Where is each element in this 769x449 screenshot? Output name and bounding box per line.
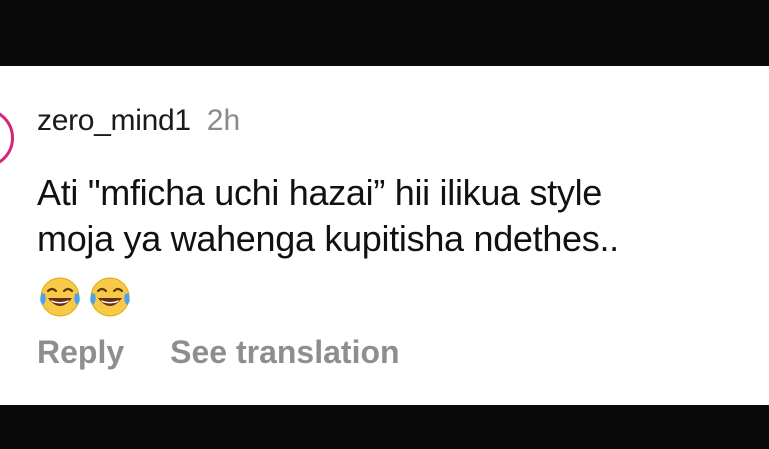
face-with-tears-of-joy-icon [40, 277, 80, 317]
avatar[interactable] [0, 108, 14, 168]
reply-button[interactable]: Reply [37, 334, 124, 371]
comment-actions: Reply See translation [37, 334, 400, 371]
comment-text-line: Ati "mficha uchi hazai” hii ilikua style [37, 172, 603, 213]
username[interactable]: zero_mind1 [37, 104, 191, 138]
timestamp: 2h [206, 104, 241, 137]
comment-header: zero_mind1 2h [37, 104, 240, 138]
emoji-row [37, 274, 133, 320]
comment-item: zero_mind1 2h Ati "mficha uchi hazai” hi… [0, 66, 769, 405]
comment-text-line: moja ya wahenga kupitisha ndethes.. [37, 218, 619, 259]
top-bar [0, 0, 769, 66]
bottom-bar [0, 405, 769, 449]
comment-text: Ati "mficha uchi hazai” hii ilikua style… [37, 170, 757, 262]
see-translation-button[interactable]: See translation [170, 334, 399, 371]
face-with-tears-of-joy-icon [90, 277, 130, 317]
